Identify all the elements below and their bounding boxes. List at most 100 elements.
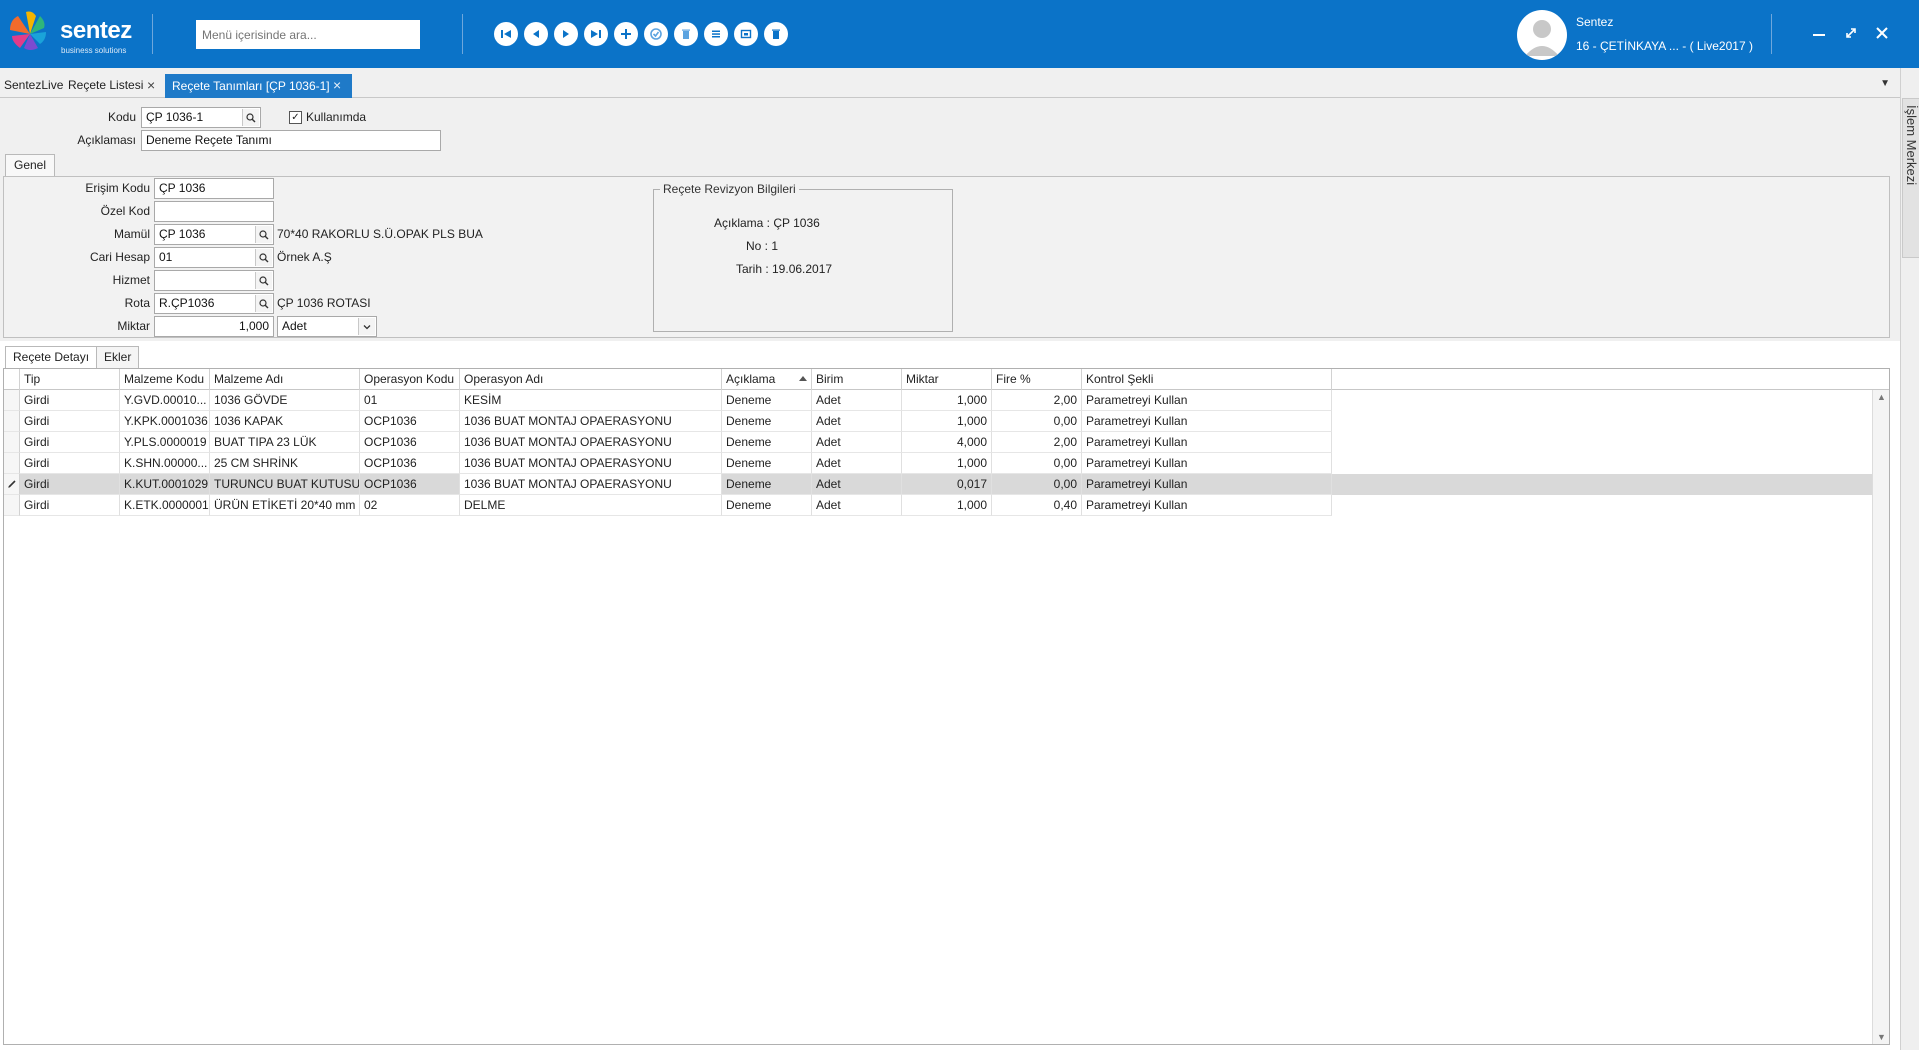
column-header-fire[interactable]: Fire %: [992, 369, 1082, 390]
maximize-icon[interactable]: [1838, 20, 1864, 46]
cell-malzeme-adi[interactable]: 25 CM SHRİNK: [210, 453, 360, 474]
search-icon[interactable]: [242, 109, 259, 126]
column-header-aciklama[interactable]: Açıklama: [722, 369, 812, 390]
add-icon[interactable]: [614, 22, 638, 46]
chevron-down-icon[interactable]: [358, 318, 375, 335]
kodu-input[interactable]: ÇP 1036-1: [141, 107, 261, 128]
cell-miktar[interactable]: 1,000: [902, 453, 992, 474]
edit-pencil-icon[interactable]: [4, 474, 20, 495]
cell-fire[interactable]: 2,00: [992, 432, 1082, 453]
user-avatar[interactable]: [1517, 10, 1567, 60]
cell-operasyon-adi[interactable]: 1036 BUAT MONTAJ OPAERASYONU: [460, 432, 722, 453]
tab-recete-tanimlari[interactable]: Reçete Tanımları [ÇP 1036-1]: [165, 74, 352, 98]
cell-kontrol-sekli[interactable]: Parametreyi Kullan: [1082, 453, 1332, 474]
next-record-icon[interactable]: [554, 22, 578, 46]
cell-malzeme-kodu[interactable]: K.ETK.0000001: [120, 495, 210, 516]
column-header-tip[interactable]: Tip: [20, 369, 120, 390]
cell-malzeme-adi[interactable]: 1036 KAPAK: [210, 411, 360, 432]
minimize-icon[interactable]: [1806, 20, 1832, 46]
menu-search-input[interactable]: [196, 20, 420, 49]
scroll-down-icon[interactable]: ▼: [1877, 1032, 1886, 1042]
cell-malzeme-kodu[interactable]: Y.PLS.0000019: [120, 432, 210, 453]
cell-tip[interactable]: Girdi: [20, 432, 120, 453]
cell-miktar[interactable]: 1,000: [902, 411, 992, 432]
cell-malzeme-kodu[interactable]: Y.KPK.0001036: [120, 411, 210, 432]
cell-aciklama[interactable]: Deneme: [722, 495, 812, 516]
tab-list-dropdown-icon[interactable]: ▼: [1880, 78, 1890, 89]
column-header-kontrol-sekli[interactable]: Kontrol Şekli: [1082, 369, 1332, 390]
cell-operasyon-kodu[interactable]: OCP1036: [360, 453, 460, 474]
cell-aciklama[interactable]: Deneme: [722, 432, 812, 453]
cell-miktar[interactable]: 1,000: [902, 390, 992, 411]
cell-tip[interactable]: Girdi: [20, 495, 120, 516]
cell-aciklama[interactable]: Deneme: [722, 474, 812, 495]
cell-kontrol-sekli[interactable]: Parametreyi Kullan: [1082, 495, 1332, 516]
cell-miktar[interactable]: 4,000: [902, 432, 992, 453]
cell-kontrol-sekli[interactable]: Parametreyi Kullan: [1082, 411, 1332, 432]
mamul-input[interactable]: ÇP 1036: [154, 224, 274, 245]
first-record-icon[interactable]: [494, 22, 518, 46]
kullanimda-checkbox[interactable]: ✓: [289, 111, 302, 124]
cell-malzeme-kodu[interactable]: K.SHN.00000...: [120, 453, 210, 474]
tab-sentezlive[interactable]: SentezLive: [0, 74, 67, 98]
cell-operasyon-kodu[interactable]: OCP1036: [360, 432, 460, 453]
cell-birim[interactable]: Adet: [812, 390, 902, 411]
cell-aciklama[interactable]: Deneme: [722, 453, 812, 474]
cari-hesap-input[interactable]: 01: [154, 247, 274, 268]
cell-birim[interactable]: Adet: [812, 453, 902, 474]
cell-fire[interactable]: 0,00: [992, 474, 1082, 495]
scroll-up-icon[interactable]: ▲: [1877, 392, 1886, 402]
row-indicator[interactable]: [4, 495, 20, 516]
cell-malzeme-adi[interactable]: TURUNCU BUAT KUTUSU: [210, 474, 360, 495]
column-header-operasyon-kodu[interactable]: Operasyon Kodu: [360, 369, 460, 390]
islem-merkezi-tab[interactable]: İşlem Merkezi: [1902, 98, 1919, 258]
close-icon[interactable]: [1869, 20, 1895, 46]
cell-birim[interactable]: Adet: [812, 411, 902, 432]
aciklama-input[interactable]: Deneme Reçete Tanımı: [141, 130, 441, 151]
cell-operasyon-adi[interactable]: KESİM: [460, 390, 722, 411]
delete-icon[interactable]: [674, 22, 698, 46]
column-header-miktar[interactable]: Miktar: [902, 369, 992, 390]
cell-operasyon-kodu[interactable]: 01: [360, 390, 460, 411]
cell-malzeme-kodu[interactable]: K.KUT.0001029: [120, 474, 210, 495]
hizmet-input[interactable]: [154, 270, 274, 291]
cell-operasyon-kodu[interactable]: OCP1036: [360, 411, 460, 432]
ozel-kod-input[interactable]: [154, 201, 274, 222]
cell-tip[interactable]: Girdi: [20, 411, 120, 432]
tab-close-icon[interactable]: ×: [147, 74, 155, 98]
cell-fire[interactable]: 0,40: [992, 495, 1082, 516]
row-indicator[interactable]: [4, 390, 20, 411]
search-icon[interactable]: [255, 295, 272, 312]
cell-malzeme-kodu[interactable]: Y.GVD.00010...: [120, 390, 210, 411]
table-row[interactable]: Girdi Y.KPK.0001036 1036 KAPAK OCP1036 1036 …: [4, 411, 1872, 432]
row-indicator[interactable]: [4, 432, 20, 453]
window-icon[interactable]: [734, 22, 758, 46]
cell-operasyon-adi[interactable]: 1036 BUAT MONTAJ OPAERASYONU: [460, 453, 722, 474]
previous-record-icon[interactable]: [524, 22, 548, 46]
grid-vertical-scrollbar[interactable]: ▲ ▼: [1872, 390, 1889, 1044]
cell-fire[interactable]: 0,00: [992, 411, 1082, 432]
cell-fire[interactable]: 0,00: [992, 453, 1082, 474]
cell-operasyon-adi[interactable]: 1036 BUAT MONTAJ OPAERASYONU: [460, 474, 722, 495]
birim-select[interactable]: Adet: [277, 316, 377, 337]
cell-fire[interactable]: 2,00: [992, 390, 1082, 411]
column-header-birim[interactable]: Birim: [812, 369, 902, 390]
cell-operasyon-kodu[interactable]: 02: [360, 495, 460, 516]
erisim-kodu-input[interactable]: ÇP 1036: [154, 178, 274, 199]
search-icon[interactable]: [255, 226, 272, 243]
row-indicator[interactable]: [4, 411, 20, 432]
cell-kontrol-sekli[interactable]: Parametreyi Kullan: [1082, 390, 1332, 411]
row-indicator[interactable]: [4, 453, 20, 474]
cell-tip[interactable]: Girdi: [20, 453, 120, 474]
cell-aciklama[interactable]: Deneme: [722, 411, 812, 432]
tab-recete-listesi[interactable]: Reçete Listesi: [64, 74, 147, 98]
cell-tip[interactable]: Girdi: [20, 474, 120, 495]
table-row[interactable]: Girdi K.KUT.0001029 TURUNCU BUAT KUTUSU OCP…: [4, 474, 1872, 495]
table-row[interactable]: Girdi K.ETK.0000001 ÜRÜN ETİKETİ 20*40 mm 0…: [4, 495, 1872, 516]
cell-operasyon-adi[interactable]: 1036 BUAT MONTAJ OPAERASYONU: [460, 411, 722, 432]
tab-ekler[interactable]: Ekler: [96, 346, 140, 368]
column-header-malzeme-adi[interactable]: Malzeme Adı: [210, 369, 360, 390]
cell-operasyon-kodu[interactable]: OCP1036: [360, 474, 460, 495]
cell-malzeme-adi[interactable]: BUAT TIPA 23 LÜK: [210, 432, 360, 453]
cell-operasyon-adi[interactable]: DELME: [460, 495, 722, 516]
